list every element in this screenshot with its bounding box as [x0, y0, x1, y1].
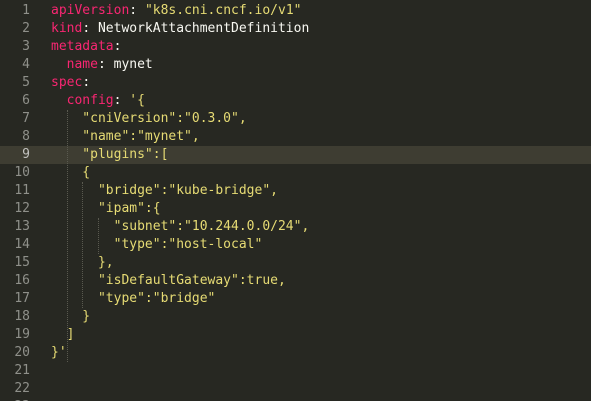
code-line[interactable]: 20 }' — [0, 344, 591, 362]
code-text[interactable]: "bridge":"kube-bridge", — [51, 182, 278, 200]
code-line[interactable]: 7 "cniVersion":"0.3.0", — [0, 110, 591, 128]
code-text[interactable]: "type":"bridge" — [51, 290, 215, 308]
line-number: 5 — [22, 75, 30, 90]
code-line[interactable]: 10 { — [0, 164, 591, 182]
indent-guide — [82, 182, 84, 308]
code-line[interactable]: 17 "type":"bridge" — [0, 290, 591, 308]
code-text[interactable]: "cniVersion":"0.3.0", — [51, 110, 247, 128]
string-token: "bridge":"kube-bridge", — [51, 183, 278, 198]
line-number: 1 — [22, 3, 30, 18]
yaml-key: kind — [51, 21, 83, 36]
code-text[interactable]: name: mynet — [51, 56, 153, 74]
code-line[interactable]: 3 metadata: — [0, 38, 591, 56]
code-text[interactable]: }' — [51, 344, 67, 362]
text-token: mynet — [113, 57, 153, 72]
string-token: { — [51, 165, 91, 180]
code-line[interactable]: 1 apiVersion: "k8s.cni.cncf.io/v1" — [0, 2, 591, 20]
line-number: 21 — [14, 363, 30, 378]
code-text[interactable]: apiVersion: "k8s.cni.cncf.io/v1" — [51, 2, 301, 20]
code-line[interactable]: 15 }, — [0, 254, 591, 272]
line-number: 16 — [14, 273, 30, 288]
string-token: '{ — [129, 93, 145, 108]
string-token: "subnet":"10.244.0.0/24", — [51, 219, 310, 234]
line-number: 19 — [14, 327, 30, 342]
line-number: 4 — [22, 57, 30, 72]
string-token: "k8s.cni.cncf.io/v1" — [144, 3, 302, 18]
line-number: 3 — [22, 39, 30, 54]
line-number: 18 — [14, 309, 30, 324]
line-number: 17 — [14, 291, 30, 306]
string-token: "cniVersion":"0.3.0", — [51, 111, 247, 126]
code-line[interactable]: 2 kind: NetworkAttachmentDefinition — [0, 20, 591, 38]
yaml-key: spec — [51, 75, 83, 90]
text-token: : — [113, 93, 130, 108]
yaml-key: apiVersion — [51, 3, 130, 18]
code-line[interactable]: 8 "name":"mynet", — [0, 128, 591, 146]
code-text[interactable]: config: '{ — [51, 92, 145, 110]
text-token: NetworkAttachmentDefinition — [97, 21, 310, 36]
code-text[interactable]: "isDefaultGateway":true, — [51, 272, 286, 290]
text-token: : — [113, 39, 122, 54]
indent-guide — [66, 110, 68, 362]
code-editor[interactable]: 1 apiVersion: "k8s.cni.cncf.io/v1" 2 kind: … — [0, 0, 591, 401]
code-line[interactable]: 18 } — [0, 308, 591, 326]
line-number: 15 — [14, 255, 30, 270]
string-token: "type":"bridge" — [51, 291, 216, 306]
line-number: 6 — [22, 93, 30, 108]
text-token: : — [129, 3, 145, 18]
line-number: 20 — [14, 345, 30, 360]
text-token: : — [82, 21, 98, 36]
line-number: 10 — [14, 165, 30, 180]
string-token: } — [51, 309, 91, 324]
code-text[interactable]: } — [51, 308, 90, 326]
code-text[interactable]: metadata: — [51, 38, 121, 56]
code-line[interactable]: 13 "subnet":"10.244.0.0/24", — [0, 218, 591, 236]
string-token: ] — [51, 327, 75, 342]
line-number: 7 — [22, 111, 30, 126]
code-text[interactable]: "plugins":[ — [51, 146, 168, 164]
line-number: 14 — [14, 237, 30, 252]
code-text[interactable]: { — [51, 164, 90, 182]
code-text[interactable]: "name":"mynet", — [51, 128, 200, 146]
line-number: 22 — [14, 381, 30, 396]
code-line[interactable]: 5 spec: — [0, 74, 591, 92]
code-line[interactable]: 9 "plugins":[ — [0, 146, 591, 164]
line-number: 9 — [22, 147, 30, 162]
code-line[interactable]: 6 config: '{ — [0, 92, 591, 110]
string-token: "isDefaultGateway":true, — [51, 273, 286, 288]
code-text[interactable]: kind: NetworkAttachmentDefinition — [51, 20, 309, 38]
code-text[interactable]: "subnet":"10.244.0.0/24", — [51, 218, 310, 236]
code-line[interactable]: 4 name: mynet — [0, 56, 591, 74]
code-line[interactable]: 11 "bridge":"kube-bridge", — [0, 182, 591, 200]
code-text[interactable]: ] — [51, 326, 75, 344]
code-line[interactable]: 14 "type":"host-local" — [0, 236, 591, 254]
yaml-key: name — [66, 57, 98, 72]
yaml-key: metadata — [51, 39, 114, 54]
text-token: : — [97, 57, 114, 72]
code-text[interactable]: spec: — [51, 74, 90, 92]
line-number: 12 — [14, 201, 30, 216]
code-line[interactable]: 12 "ipam":{ — [0, 200, 591, 218]
yaml-key: config — [66, 93, 114, 108]
code-line[interactable]: 19 ] — [0, 326, 591, 344]
string-token: "plugins":[ — [51, 147, 169, 162]
string-token: }' — [51, 345, 67, 360]
line-number: 13 — [14, 219, 30, 234]
string-token: "name":"mynet", — [51, 129, 200, 144]
line-number: 11 — [14, 183, 30, 198]
indent-guide — [97, 218, 99, 254]
line-number: 8 — [22, 129, 30, 144]
text-token: : — [82, 75, 91, 90]
code-line[interactable]: 16 "isDefaultGateway":true, — [0, 272, 591, 290]
code-line[interactable]: 22 — [0, 380, 591, 398]
line-number: 2 — [22, 21, 30, 36]
code-line[interactable]: 21 — [0, 362, 591, 380]
